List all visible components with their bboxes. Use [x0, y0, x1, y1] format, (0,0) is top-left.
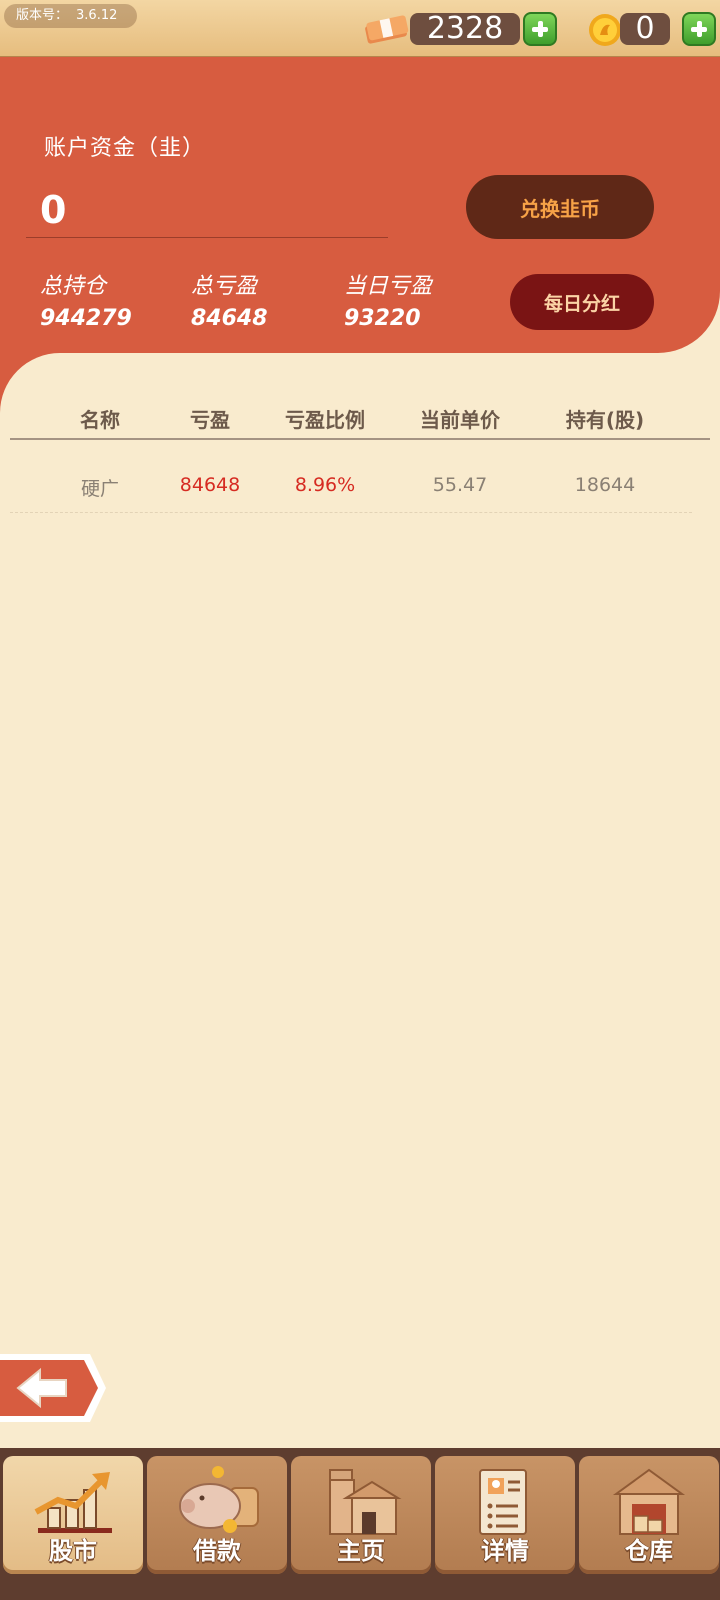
daily-dividend-button[interactable]: 每日分红 [510, 274, 654, 330]
stock-chart-icon [34, 1472, 112, 1533]
piggy-bank-icon [179, 1466, 259, 1533]
holdings-table-header: 名称 亏盈 亏盈比例 当前单价 持有(股) [10, 398, 710, 440]
total-profit-value: 84648 [191, 306, 268, 331]
nav-stock-market-label: 股市 [49, 1537, 97, 1565]
total-profit-label: 总亏盈 [191, 274, 258, 299]
top-bar: 版本号： 3.6.12 2328 0 [0, 0, 720, 59]
cash-stack-icon [365, 15, 409, 44]
nav-home[interactable]: 主页 [291, 1456, 431, 1574]
gold-coin-icon [589, 14, 621, 46]
add-coin-button[interactable] [682, 12, 716, 46]
column-header-profit: 亏盈 [190, 408, 230, 432]
nav-loan[interactable]: 借款 [147, 1456, 287, 1574]
cash-amount: 2328 [410, 13, 520, 45]
nav-warehouse-label: 仓库 [625, 1537, 673, 1565]
row-current-price: 55.47 [432, 474, 488, 496]
exchange-coins-button[interactable]: 兑换韭币 [466, 175, 654, 239]
total-holdings-value: 944279 [40, 306, 132, 331]
account-funds-underline [26, 237, 388, 238]
account-funds-value: 0 [40, 188, 67, 232]
row-profit: 84648 [179, 474, 241, 496]
nav-stock-market[interactable]: 股市 [3, 1456, 143, 1574]
version-value: 3.6.12 [76, 8, 118, 23]
nav-details-label: 详情 [481, 1537, 529, 1565]
column-header-ratio: 亏盈比例 [285, 408, 365, 432]
add-cash-button[interactable] [523, 12, 557, 46]
back-arrow-button[interactable] [0, 1350, 108, 1426]
version-label: 版本号： [16, 8, 69, 23]
nav-details[interactable]: 详情 [435, 1456, 575, 1574]
table-row[interactable]: 硬广 84648 8.96% 55.47 18644 [10, 470, 692, 513]
row-profit-ratio: 8.96% [294, 474, 356, 496]
column-header-name: 名称 [80, 408, 120, 432]
column-header-price: 当前单价 [420, 408, 500, 432]
house-icon [329, 1469, 402, 1535]
resume-icon [479, 1469, 527, 1535]
total-holdings-stat: 总持仓 944279 [40, 268, 132, 331]
nav-warehouse[interactable]: 仓库 [579, 1456, 719, 1574]
version-badge: 版本号： 3.6.12 [4, 4, 138, 28]
row-shares-held: 18644 [574, 474, 636, 496]
column-header-shares: 持有(股) [565, 408, 645, 432]
daily-profit-label: 当日亏盈 [344, 274, 433, 299]
daily-profit-value: 93220 [344, 306, 421, 331]
daily-profit-stat: 当日亏盈 93220 [344, 268, 432, 331]
nav-loan-label: 借款 [193, 1537, 241, 1565]
total-profit-stat: 总亏盈 84648 [191, 268, 268, 331]
coin-amount: 0 [620, 13, 670, 45]
nav-home-label: 主页 [337, 1537, 385, 1565]
warehouse-icon [612, 1468, 686, 1535]
total-holdings-label: 总持仓 [40, 274, 107, 299]
account-funds-title: 账户资金（韭） [44, 136, 206, 161]
row-stock-name: 硬广 [80, 478, 119, 500]
